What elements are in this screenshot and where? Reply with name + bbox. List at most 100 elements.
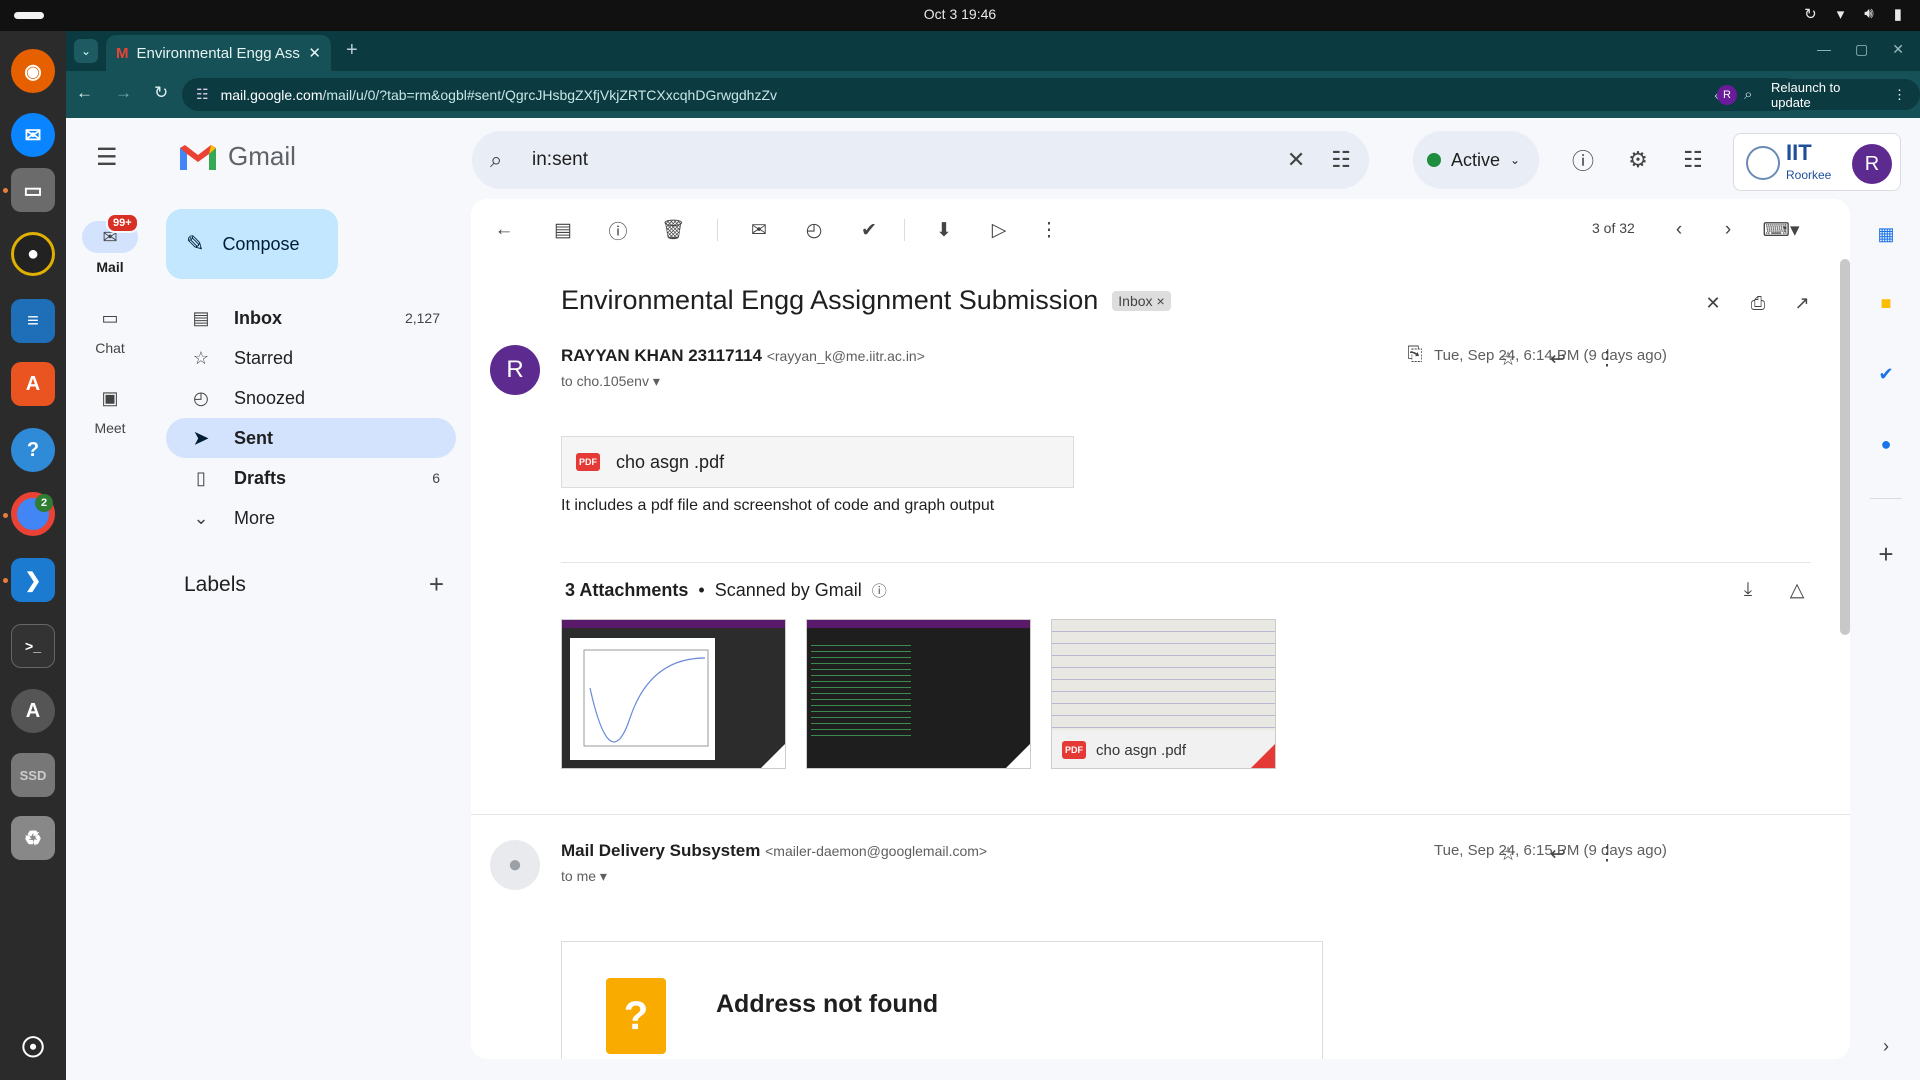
mark-unread-icon[interactable]: ✉ <box>746 217 772 243</box>
search-icon[interactable]: ⌕ <box>490 147 520 173</box>
zoom-icon[interactable]: ⌕ <box>1744 86 1752 103</box>
contacts-icon[interactable]: ● <box>1872 430 1900 458</box>
account-switcher[interactable]: IIT Roorkee R <box>1733 133 1901 191</box>
older-chevron-icon[interactable]: › <box>1715 217 1741 243</box>
system-tray[interactable]: ↻ ▾ 🔊︎ ▮ <box>1804 5 1902 23</box>
newer-chevron-icon[interactable]: ‹ <box>1666 217 1692 243</box>
browser-tab[interactable]: M Environmental Engg Assi ✕ <box>106 35 331 71</box>
tab-search-button[interactable]: ⌄ <box>74 39 98 63</box>
input-tools-icon[interactable]: ⌨▾ <box>1761 217 1801 243</box>
browser-profile-avatar[interactable]: R <box>1717 85 1737 105</box>
scrollbar-thumb[interactable] <box>1840 259 1850 635</box>
archive-icon[interactable]: ▤ <box>550 217 576 243</box>
nav-item-more[interactable]: ⌄ More <box>166 498 456 538</box>
open-new-window-icon[interactable]: ↗ <box>1789 290 1815 316</box>
print-icon[interactable]: ⎙ <box>1745 290 1771 316</box>
firefox-icon[interactable]: ◉ <box>11 49 55 93</box>
nav-item-sent[interactable]: ➤ Sent <box>166 418 456 458</box>
update-icon[interactable]: ↻ <box>1804 5 1817 23</box>
sender-name[interactable]: Mail Delivery Subsystem <box>561 841 760 860</box>
clock[interactable]: Oct 3 19:46 <box>0 6 1920 22</box>
writer-icon[interactable]: ≡ <box>11 299 55 343</box>
chevron-down-icon[interactable]: ▾ <box>600 868 607 884</box>
apps-grid-icon[interactable]: ☷ <box>1679 146 1707 174</box>
info-icon[interactable]: ⓘ <box>872 580 887 601</box>
relaunch-button[interactable]: Relaunch to update ⋮ <box>1757 79 1920 110</box>
sender-avatar[interactable]: R <box>490 345 540 395</box>
rhythmbox-icon[interactable]: ● <box>11 232 55 276</box>
reply-icon[interactable]: ↩ <box>1545 841 1571 867</box>
snooze-icon[interactable]: ◴ <box>801 217 827 243</box>
back-to-list-icon[interactable]: ← <box>491 217 517 243</box>
inline-attachment-chip[interactable]: PDF cho asgn .pdf <box>561 436 1074 488</box>
keep-icon[interactable]: ■ <box>1872 289 1900 317</box>
new-tab-button[interactable]: + <box>346 39 358 62</box>
recipient-line[interactable]: to cho.105env ▾ <box>561 373 660 390</box>
sender-name[interactable]: RAYYAN KHAN 23117114 <box>561 346 762 365</box>
thunderbird-icon[interactable]: ✉ <box>11 113 55 157</box>
kebab-menu-icon[interactable]: ⋮ <box>1893 87 1906 103</box>
compose-button[interactable]: ✎ Compose <box>166 209 338 279</box>
add-addon-icon[interactable]: + <box>1872 539 1900 569</box>
account-avatar[interactable]: R <box>1852 144 1892 184</box>
search-options-icon[interactable]: ☷ <box>1331 147 1351 173</box>
wifi-icon[interactable]: ▾ <box>1837 5 1845 23</box>
help-icon[interactable]: ⓘ <box>1569 146 1597 174</box>
show-apps-icon[interactable]: ☉ <box>11 1025 55 1069</box>
settings-gear-icon[interactable]: ⚙ <box>1624 146 1652 174</box>
chevron-down-icon[interactable]: ▾ <box>653 373 660 389</box>
minimize-icon[interactable]: — <box>1817 41 1831 58</box>
nav-item-drafts[interactable]: ▯ Drafts 6 <box>166 458 456 498</box>
terminal-icon[interactable]: >_ <box>11 624 55 668</box>
search-input[interactable]: in:sent <box>532 149 1261 171</box>
help-icon[interactable]: ? <box>11 428 55 472</box>
collapse-all-icon[interactable]: ✕ <box>1700 290 1726 316</box>
battery-icon[interactable]: ▮ <box>1894 5 1902 23</box>
more-options-icon[interactable]: ⋮ <box>1036 217 1062 243</box>
volume-icon[interactable]: 🔊︎ <box>1864 5 1873 23</box>
attachment-thumbnail[interactable] <box>806 619 1031 769</box>
forward-icon[interactable]: → <box>115 83 132 103</box>
calendar-icon[interactable]: ▦ <box>1872 220 1900 248</box>
download-all-icon[interactable]: ⤓ <box>1735 577 1761 603</box>
close-tab-icon[interactable]: ✕ <box>308 44 321 62</box>
sender-avatar-placeholder[interactable]: ● <box>490 840 540 890</box>
main-menu-icon[interactable]: ☰ <box>96 146 120 170</box>
star-icon[interactable]: ☆ <box>1495 841 1521 867</box>
maximize-icon[interactable]: ▢ <box>1855 41 1868 58</box>
trash-icon[interactable]: ♻ <box>11 816 55 860</box>
star-icon[interactable]: ☆ <box>1495 346 1521 372</box>
gmail-logo[interactable]: Gmail <box>178 141 296 172</box>
status-selector[interactable]: Active ⌄ <box>1413 131 1539 189</box>
site-info-icon[interactable]: ☷ <box>196 86 209 103</box>
attachment-thumbnail[interactable]: PDF cho asgn .pdf <box>1051 619 1276 769</box>
nav-item-starred[interactable]: ☆ Starred <box>166 338 456 378</box>
add-task-icon[interactable]: ✔ <box>856 217 882 243</box>
reply-icon[interactable]: ↩ <box>1545 346 1571 372</box>
back-icon[interactable]: ← <box>76 83 93 103</box>
rail-meet[interactable]: ▣ Meet <box>82 382 138 437</box>
attachment-thumbnail[interactable] <box>561 619 786 769</box>
reload-icon[interactable]: ↻ <box>154 83 168 103</box>
rail-chat[interactable]: ▭ Chat <box>82 302 138 357</box>
files-icon[interactable]: ▭ <box>11 168 55 212</box>
vscode-icon[interactable]: ❯ <box>11 558 55 602</box>
add-label-icon[interactable]: + <box>429 569 444 600</box>
inbox-label-chip[interactable]: Inbox × <box>1112 290 1171 311</box>
chrome-icon[interactable]: 2 <box>11 492 55 536</box>
app-center-icon[interactable]: A <box>11 362 55 406</box>
close-window-icon[interactable]: ✕ <box>1892 41 1904 58</box>
ssd-drive-icon[interactable]: SSD <box>11 753 55 797</box>
move-to-icon[interactable]: ⬇ <box>931 217 957 243</box>
add-to-drive-icon[interactable]: △ <box>1784 577 1810 603</box>
report-spam-icon[interactable]: ⓘ <box>605 217 631 243</box>
label-icon[interactable]: ▷ <box>986 217 1012 243</box>
address-bar[interactable]: ☷ mail.google.com/mail/u/0/?tab=rm&ogbl#… <box>182 78 1802 111</box>
more-options-icon[interactable]: ⋮ <box>1594 346 1620 372</box>
search-bar[interactable]: ⌕ in:sent ✕ ☷ <box>472 131 1369 189</box>
software-updater-icon[interactable]: A <box>11 689 55 733</box>
scrollbar[interactable] <box>1838 259 1850 1059</box>
rail-mail[interactable]: ✉ 99+ Mail <box>82 213 139 275</box>
nav-item-snoozed[interactable]: ◴ Snoozed <box>166 378 456 418</box>
remove-label-icon[interactable]: × <box>1156 293 1164 309</box>
